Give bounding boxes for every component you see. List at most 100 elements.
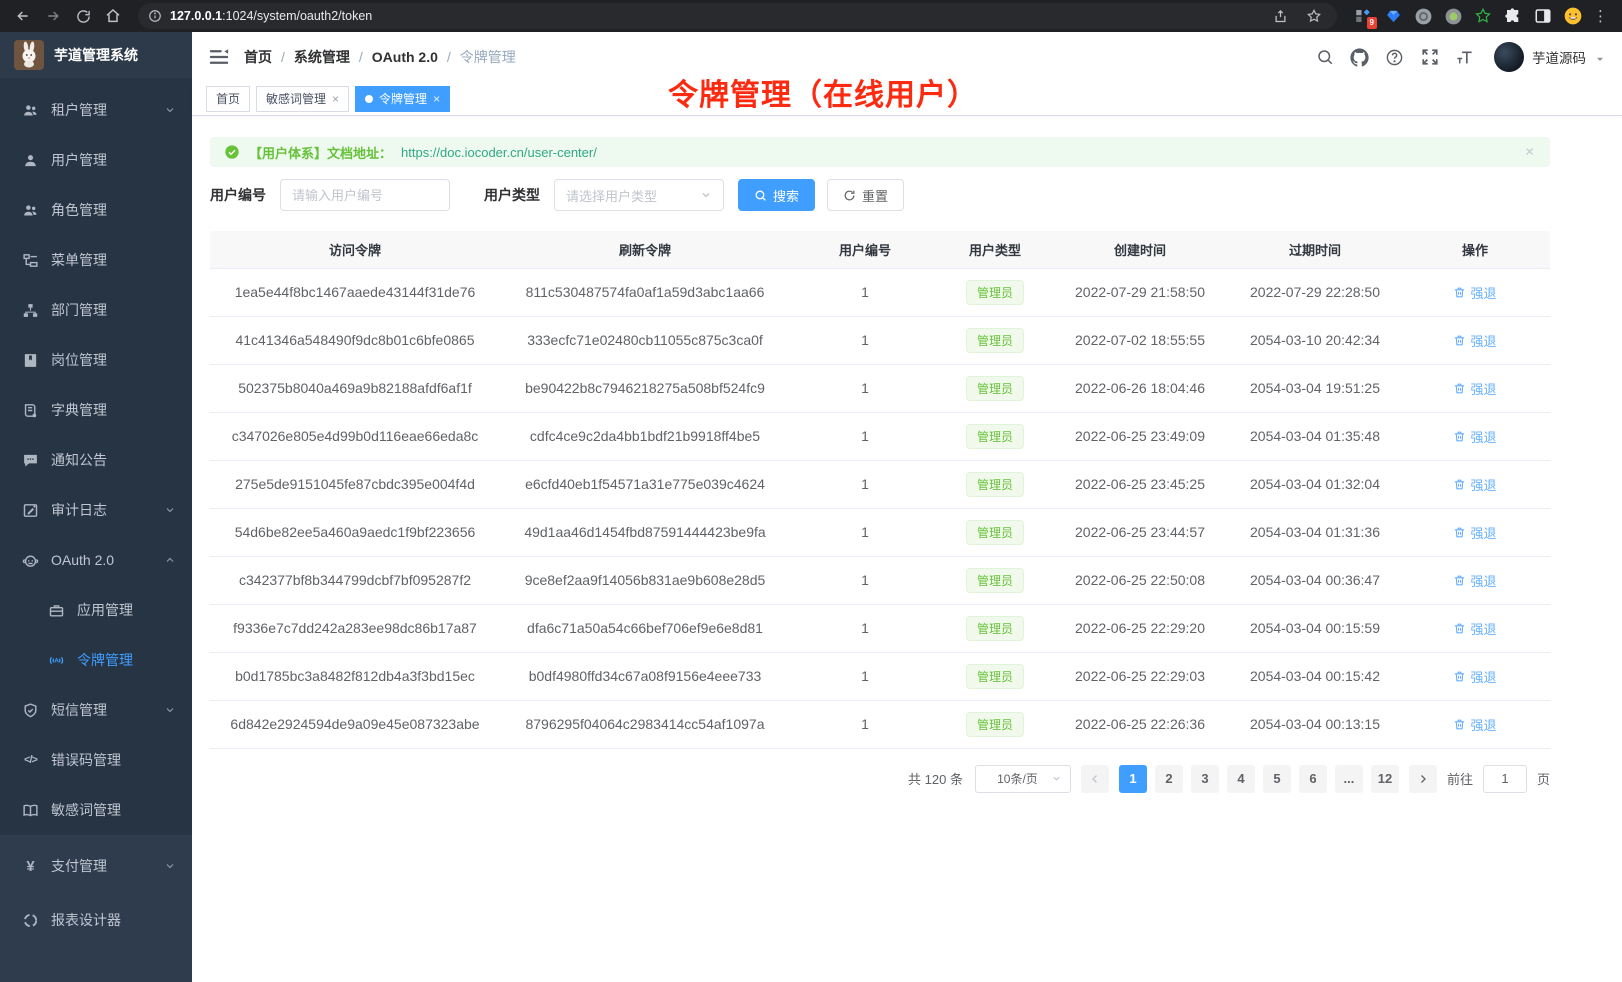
browser-home-icon[interactable]: [100, 3, 126, 29]
github-icon[interactable]: [1350, 48, 1369, 67]
search-button[interactable]: 搜索: [738, 179, 815, 211]
page-button-6[interactable]: 6: [1299, 765, 1327, 793]
url-text: 127.0.0.1:1024/system/oauth2/token: [170, 9, 372, 23]
sidebar-menu: 租户管理用户管理角色管理菜单管理部门管理岗位管理字典管理通知公告审计日志OAut…: [0, 78, 192, 835]
address-bar[interactable]: 127.0.0.1:1024/system/oauth2/token: [138, 3, 1337, 29]
username: 芋道源码: [1532, 47, 1586, 67]
force-logout-button[interactable]: 强退: [1453, 427, 1496, 446]
sidebar-item-10[interactable]: OAuth 2.0: [0, 535, 192, 585]
prev-page-button[interactable]: [1081, 765, 1109, 793]
chevron-down-icon: [1051, 773, 1062, 784]
user-id-input[interactable]: [280, 179, 450, 211]
page-button-3[interactable]: 3: [1191, 765, 1219, 793]
reset-button[interactable]: 重置: [827, 179, 904, 211]
sidebar-item-12[interactable]: A令牌管理: [0, 635, 192, 685]
sidebar-item-5[interactable]: 部门管理: [0, 285, 192, 335]
browser-back-icon[interactable]: [10, 3, 36, 29]
access-token: f9336e7c7dd242a283ee98dc86b17a87: [210, 604, 500, 652]
command-extension-icon[interactable]: [1413, 6, 1433, 26]
breadcrumb-item: 令牌管理: [460, 47, 516, 67]
browser-forward-icon[interactable]: [40, 3, 66, 29]
access-token: 275e5de9151045fe87cbdc395e004f4d: [210, 460, 500, 508]
search-icon[interactable]: [1315, 48, 1334, 67]
page-button-2[interactable]: 2: [1155, 765, 1183, 793]
force-logout-button[interactable]: 强退: [1453, 619, 1496, 638]
refresh-token: 8796295f04064c2983414cc54af1097a: [500, 700, 790, 748]
sidebar-item-9[interactable]: 审计日志: [0, 485, 192, 535]
app-logo[interactable]: 芋道管理系统: [0, 32, 192, 78]
sidebar-item-13[interactable]: 短信管理: [0, 685, 192, 735]
expire-time: 2054-03-04 00:13:15: [1230, 700, 1400, 748]
org-icon: [22, 302, 39, 319]
sidebar-item-14[interactable]: </>错误码管理: [0, 735, 192, 785]
access-token: 502375b8040a469a9b82188afdf6af1f: [210, 364, 500, 412]
sidebar-item-1[interactable]: 租户管理: [0, 85, 192, 135]
close-icon[interactable]: ×: [332, 92, 339, 106]
force-logout-button[interactable]: 强退: [1453, 715, 1496, 734]
goto-page-input[interactable]: [1483, 765, 1527, 793]
force-logout-button[interactable]: 强退: [1453, 523, 1496, 542]
refresh-token: dfa6c71a50a54c66bef706ef9e6e8d81: [500, 604, 790, 652]
puzzle-extensions-icon[interactable]: [1503, 6, 1523, 26]
collapse-sidebar-icon[interactable]: [208, 46, 230, 68]
force-logout-button[interactable]: 强退: [1453, 283, 1496, 302]
table-row: 6d842e2924594de9a09e45e087323abe8796295f…: [210, 700, 1550, 748]
star-extension-icon[interactable]: [1473, 6, 1493, 26]
fullscreen-icon[interactable]: [1420, 48, 1439, 67]
sidebar-item-2[interactable]: 用户管理: [0, 135, 192, 185]
chevron-down-icon: [164, 704, 176, 716]
chevron-down-icon: [164, 860, 176, 872]
sidebar-item-4[interactable]: 菜单管理: [0, 235, 192, 285]
page-button-12[interactable]: 12: [1371, 765, 1399, 793]
browser-reload-icon[interactable]: [70, 3, 96, 29]
sidebar-item-16[interactable]: ¥支付管理: [0, 839, 192, 893]
recorder-extension-icon[interactable]: [1443, 6, 1463, 26]
sidebar-menu-bottom: ¥支付管理报表设计器: [0, 835, 192, 982]
page-size-select[interactable]: 10条/页: [975, 765, 1071, 793]
breadcrumb-item[interactable]: OAuth 2.0: [372, 49, 438, 65]
breadcrumb-item[interactable]: 系统管理: [294, 47, 350, 67]
bookmark-star-icon[interactable]: [1301, 3, 1327, 29]
alert-doc-link[interactable]: https://doc.iocoder.cn/user-center/: [401, 145, 597, 160]
force-logout-button[interactable]: 强退: [1453, 667, 1496, 686]
user-type-select[interactable]: 请选择用户类型: [554, 179, 724, 211]
sidebar-item-8[interactable]: 通知公告: [0, 435, 192, 485]
page-button-5[interactable]: 5: [1263, 765, 1291, 793]
filter-form: 用户编号 用户类型 请选择用户类型 搜索 重置: [210, 179, 1550, 211]
sidebar-item-6[interactable]: 岗位管理: [0, 335, 192, 385]
font-size-icon[interactable]: [1455, 48, 1474, 67]
force-logout-button[interactable]: 强退: [1453, 571, 1496, 590]
next-page-button[interactable]: [1409, 765, 1437, 793]
profile-avatar-icon[interactable]: [1563, 6, 1583, 26]
site-info-icon[interactable]: [148, 9, 162, 23]
page-button-4[interactable]: 4: [1227, 765, 1255, 793]
extension-grid-icon[interactable]: 9: [1353, 6, 1373, 26]
table-row: 275e5de9151045fe87cbdc395e004f4de6cfd40e…: [210, 460, 1550, 508]
sidebar-item-3[interactable]: 角色管理: [0, 185, 192, 235]
gem-extension-icon[interactable]: [1383, 6, 1403, 26]
force-logout-button[interactable]: 强退: [1453, 331, 1496, 350]
sidebar-item-15[interactable]: 敏感词管理: [0, 785, 192, 835]
tag-3[interactable]: 令牌管理×: [355, 86, 450, 112]
user-menu[interactable]: 芋道源码: [1494, 42, 1606, 72]
tag-2[interactable]: 敏感词管理×: [256, 86, 349, 112]
force-logout-button[interactable]: 强退: [1453, 475, 1496, 494]
trash-icon: [1453, 382, 1466, 395]
code-icon: </>: [22, 752, 39, 769]
user-type-badge: 管理员: [966, 616, 1024, 641]
more-pages-button[interactable]: ...: [1335, 765, 1363, 793]
side-panel-icon[interactable]: [1533, 6, 1553, 26]
force-logout-button[interactable]: 强退: [1453, 379, 1496, 398]
tag-1[interactable]: 首页: [206, 86, 250, 112]
breadcrumb-item[interactable]: 首页: [244, 47, 272, 67]
sidebar-item-17[interactable]: 报表设计器: [0, 893, 192, 947]
help-icon[interactable]: [1385, 48, 1404, 67]
refresh-icon: [843, 189, 856, 202]
share-icon[interactable]: [1267, 3, 1293, 29]
close-icon[interactable]: ×: [433, 92, 440, 106]
browser-menu-icon[interactable]: ⋮: [1593, 7, 1608, 25]
sidebar-item-7[interactable]: 字典管理: [0, 385, 192, 435]
page-button-1[interactable]: 1: [1119, 765, 1147, 793]
sidebar-item-11[interactable]: 应用管理: [0, 585, 192, 635]
alert-close-icon[interactable]: ×: [1525, 145, 1534, 160]
